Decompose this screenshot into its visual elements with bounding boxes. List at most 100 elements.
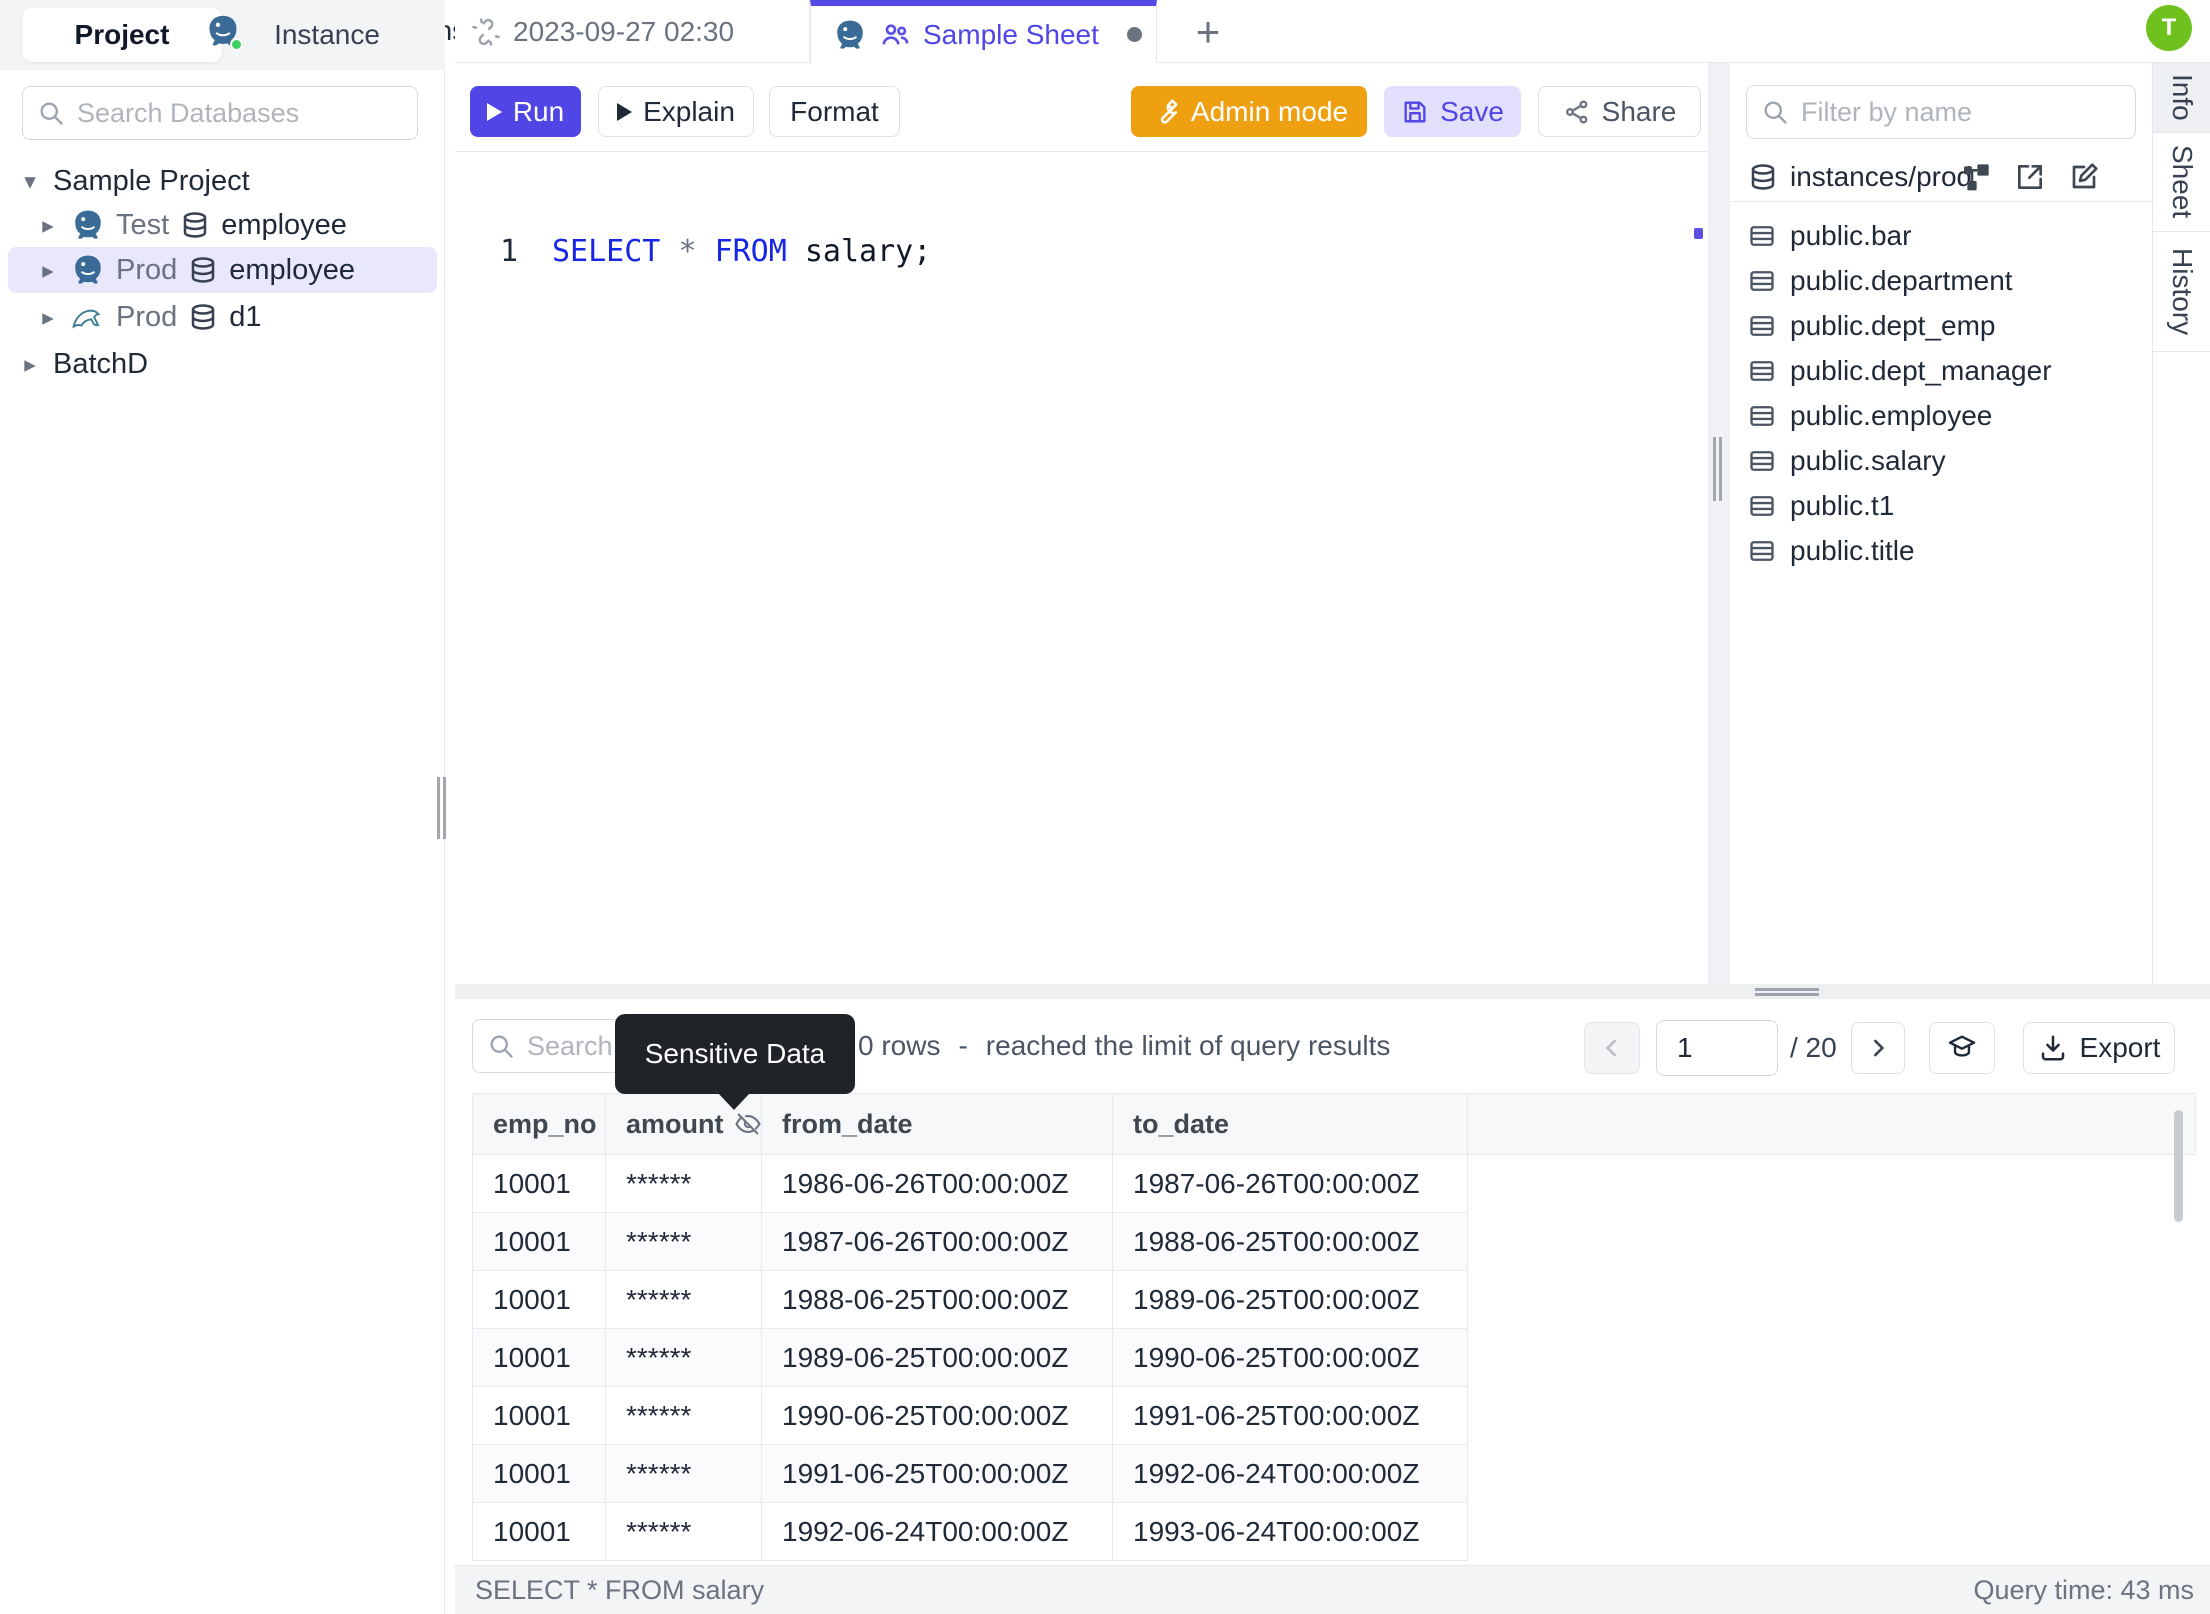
tab-history[interactable]: History bbox=[2153, 232, 2210, 352]
cell[interactable]: 1992-06-24T00:00:00Z bbox=[762, 1503, 1113, 1561]
format-button[interactable]: Format bbox=[769, 86, 900, 137]
table-list-item[interactable]: public.title bbox=[1730, 528, 2152, 573]
table-list-item[interactable]: public.employee bbox=[1730, 393, 2152, 438]
save-button[interactable]: Save bbox=[1384, 86, 1521, 137]
column-header[interactable]: emp_no bbox=[472, 1094, 606, 1154]
tree-node-sample-project[interactable]: ▾ Sample Project bbox=[0, 158, 445, 204]
results-scrollbar[interactable] bbox=[2174, 1110, 2183, 1222]
cell-masked[interactable]: ****** bbox=[606, 1213, 762, 1271]
table-row[interactable]: 10001 ****** 1990-06-25T00:00:00Z 1991-0… bbox=[472, 1387, 1468, 1445]
sql-code-line[interactable]: SELECT * FROM salary; bbox=[552, 234, 931, 269]
results-panel-divider[interactable] bbox=[455, 984, 2210, 999]
cell[interactable]: 10001 bbox=[472, 1271, 606, 1329]
cell[interactable]: 10001 bbox=[472, 1445, 606, 1503]
cell[interactable]: 1988-06-25T00:00:00Z bbox=[762, 1271, 1113, 1329]
result-limit-setting-button[interactable] bbox=[1929, 1022, 1995, 1074]
tab-history-label: History bbox=[2167, 247, 2198, 336]
cell[interactable]: 1989-06-25T00:00:00Z bbox=[1113, 1271, 1468, 1329]
next-page-button[interactable] bbox=[1851, 1022, 1905, 1074]
cell[interactable]: 1990-06-25T00:00:00Z bbox=[762, 1387, 1113, 1445]
sensitive-data-tooltip: Sensitive Data bbox=[615, 1014, 855, 1110]
eye-off-icon[interactable] bbox=[734, 1110, 762, 1138]
table-list-item[interactable]: public.t1 bbox=[1730, 483, 2152, 528]
divider-handle[interactable] bbox=[1755, 988, 1819, 991]
divider-handle[interactable] bbox=[1713, 437, 1716, 501]
edit-icon[interactable] bbox=[2068, 161, 2100, 193]
cell[interactable]: 1992-06-24T00:00:00Z bbox=[1113, 1445, 1468, 1503]
chevron-right-icon[interactable]: ▸ bbox=[36, 212, 60, 239]
cell[interactable]: 1990-06-25T00:00:00Z bbox=[1113, 1329, 1468, 1387]
tree-node-batchd[interactable]: ▸ BatchD bbox=[0, 341, 445, 387]
export-button[interactable]: Export bbox=[2023, 1022, 2175, 1074]
cell[interactable]: 1988-06-25T00:00:00Z bbox=[1113, 1213, 1468, 1271]
table-list-item[interactable]: public.dept_emp bbox=[1730, 303, 2152, 348]
tree-node-prod-employee-selected[interactable]: ▸ Prod employee bbox=[8, 247, 437, 293]
table-row[interactable]: 10001 ****** 1987-06-26T00:00:00Z 1988-0… bbox=[472, 1213, 1468, 1271]
chevron-down-icon[interactable]: ▾ bbox=[18, 168, 42, 195]
panel-divider[interactable] bbox=[1708, 63, 1730, 984]
cell[interactable]: 10001 bbox=[472, 1387, 606, 1445]
chevron-right-icon[interactable]: ▸ bbox=[18, 351, 42, 378]
chevron-right-icon[interactable]: ▸ bbox=[36, 257, 60, 284]
table-row[interactable]: 10001 ****** 1992-06-24T00:00:00Z 1993-0… bbox=[472, 1503, 1468, 1561]
column-header[interactable]: to_date bbox=[1113, 1094, 1468, 1154]
tab-instance[interactable]: Instance bbox=[232, 8, 422, 62]
divider-handle[interactable] bbox=[1719, 437, 1722, 501]
table-list-item[interactable]: public.salary bbox=[1730, 438, 2152, 483]
admin-mode-button[interactable]: Admin mode bbox=[1131, 86, 1367, 137]
tab-project[interactable]: Project bbox=[22, 8, 222, 62]
results-grid: 10001 ****** 1986-06-26T00:00:00Z 1987-0… bbox=[472, 1155, 1468, 1561]
table-list-item[interactable]: public.bar bbox=[1730, 213, 2152, 258]
new-tab-button[interactable]: + bbox=[1168, 0, 1248, 63]
tab-label: 2023-09-27 02:30 bbox=[513, 15, 735, 47]
tab-sheet[interactable]: Sheet bbox=[2153, 133, 2210, 232]
tab-adhoc-sheet[interactable]: 2023-09-27 02:30 bbox=[455, 0, 810, 63]
cell[interactable]: 10001 bbox=[472, 1329, 606, 1387]
cell[interactable]: 1991-06-25T00:00:00Z bbox=[1113, 1387, 1468, 1445]
share-button[interactable]: Share bbox=[1538, 86, 1701, 137]
tree-node-test-employee[interactable]: ▸ Test employee bbox=[0, 202, 445, 248]
sql-operator: * bbox=[678, 234, 697, 269]
cell[interactable]: 1987-06-26T00:00:00Z bbox=[1113, 1155, 1468, 1213]
divider-handle[interactable] bbox=[1755, 993, 1819, 996]
cell[interactable]: 10001 bbox=[472, 1155, 606, 1213]
chevron-right-icon[interactable]: ▸ bbox=[36, 304, 60, 331]
table-list-item[interactable]: public.dept_manager bbox=[1730, 348, 2152, 393]
search-databases-input[interactable] bbox=[77, 97, 403, 129]
filter-box[interactable] bbox=[1746, 85, 2136, 139]
explain-button[interactable]: Explain bbox=[598, 86, 754, 137]
database-search[interactable] bbox=[22, 86, 418, 140]
filter-by-name-input[interactable] bbox=[1801, 96, 2121, 128]
table-row[interactable]: 10001 ****** 1988-06-25T00:00:00Z 1989-0… bbox=[472, 1271, 1468, 1329]
schema-diagram-icon[interactable] bbox=[1960, 161, 1992, 193]
cell[interactable]: 10001 bbox=[472, 1503, 606, 1561]
cell-masked[interactable]: ****** bbox=[606, 1445, 762, 1503]
cell-masked[interactable]: ****** bbox=[606, 1155, 762, 1213]
table-row[interactable]: 10001 ****** 1986-06-26T00:00:00Z 1987-0… bbox=[472, 1155, 1468, 1213]
external-link-icon[interactable] bbox=[2014, 161, 2046, 193]
sidebar-resize-handle[interactable] bbox=[443, 777, 446, 839]
cell-masked[interactable]: ****** bbox=[606, 1387, 762, 1445]
cell[interactable]: 1987-06-26T00:00:00Z bbox=[762, 1213, 1113, 1271]
avatar[interactable]: T bbox=[2146, 5, 2192, 51]
sidebar-resize-handle[interactable] bbox=[437, 777, 440, 839]
cell[interactable]: 1991-06-25T00:00:00Z bbox=[762, 1445, 1113, 1503]
tab-info[interactable]: Info bbox=[2153, 63, 2210, 133]
cell[interactable]: 1986-06-26T00:00:00Z bbox=[762, 1155, 1113, 1213]
cell[interactable]: 10001 bbox=[472, 1213, 606, 1271]
cell[interactable]: 1989-06-25T00:00:00Z bbox=[762, 1329, 1113, 1387]
table-row[interactable]: 10001 ****** 1989-06-25T00:00:00Z 1990-0… bbox=[472, 1329, 1468, 1387]
tab-sample-sheet-active[interactable]: Sample Sheet bbox=[810, 0, 1157, 63]
prev-page-button[interactable] bbox=[1584, 1022, 1640, 1074]
table-list-item[interactable]: public.department bbox=[1730, 258, 2152, 303]
column-header[interactable]: from_date bbox=[762, 1094, 1113, 1154]
sql-editor[interactable]: 1 SELECT * FROM salary; bbox=[455, 214, 1708, 984]
page-number-input[interactable] bbox=[1656, 1020, 1778, 1076]
cell-masked[interactable]: ****** bbox=[606, 1503, 762, 1561]
table-row[interactable]: 10001 ****** 1991-06-25T00:00:00Z 1992-0… bbox=[472, 1445, 1468, 1503]
cell-masked[interactable]: ****** bbox=[606, 1271, 762, 1329]
cell[interactable]: 1993-06-24T00:00:00Z bbox=[1113, 1503, 1468, 1561]
tree-node-prod-d1[interactable]: ▸ Prod d1 bbox=[0, 294, 445, 340]
run-button[interactable]: Run bbox=[470, 86, 581, 137]
cell-masked[interactable]: ****** bbox=[606, 1329, 762, 1387]
